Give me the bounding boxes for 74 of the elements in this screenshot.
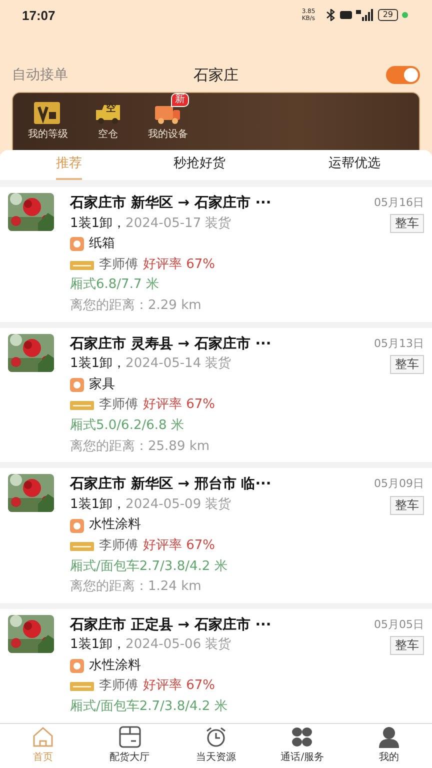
auto-accept-toggle[interactable]	[386, 66, 420, 84]
tab[interactable]: 秒抢好货	[122, 150, 277, 180]
nav-item[interactable]: 当天资源	[172, 724, 260, 766]
certified-badge-icon	[70, 260, 94, 270]
cargo-name: 家具	[89, 376, 115, 394]
certified-badge-icon	[70, 682, 94, 692]
vehicle-tag: 整车	[390, 496, 424, 515]
order-card[interactable]: 石家庄市 正定县 → 石家庄市 ··· 05月05日 1装1卸，2024-05-06 装货 整车 水性涂料 李师傅 好评率 67% 厢式/面包车2.7/3.8/4.2 米	[0, 608, 432, 723]
auto-accept-label: 自动接单	[12, 66, 68, 84]
order-card[interactable]: 石家庄市 新华区 → 邢台市 临··· 05月09日 1装1卸，2024-05-09 装货 整车 水性涂料 李师傅 好评率 67% 厢式/面包车2.7/3.8/4.2 米 离您的距离：1.24 km	[0, 468, 432, 603]
rating-text: 好评率 67%	[143, 536, 216, 555]
nav-item[interactable]: 配货大厅	[86, 724, 173, 766]
truck-spec: 厢式/面包车2.7/3.8/4.2 米	[70, 558, 228, 576]
hd-icon	[340, 11, 352, 19]
route-title: 石家庄市 正定县 → 石家庄市 ···	[70, 616, 272, 635]
cargo-icon	[70, 237, 84, 252]
shortcut-button[interactable]: 我的等级	[23, 93, 73, 141]
vip-icon	[34, 102, 62, 126]
cargo-name: 水性涂料	[89, 516, 141, 534]
rating-text: 好评率 67%	[143, 396, 216, 414]
nav-item[interactable]: 我的	[346, 724, 432, 766]
load-info: 1装1卸，2024-05-09 装货	[70, 496, 232, 514]
cargo-name: 水性涂料	[89, 656, 141, 675]
truck-icon	[94, 102, 122, 126]
order-date: 05月09日	[374, 476, 424, 492]
rating-text: 好评率 67%	[143, 677, 216, 696]
certified-badge-icon	[70, 542, 94, 551]
vehicle-tag: 整车	[390, 214, 424, 234]
person-icon	[378, 726, 400, 748]
order-date: 05月16日	[374, 195, 424, 211]
cargo-icon	[70, 659, 84, 674]
cabinet-icon	[118, 726, 141, 748]
home-icon	[32, 726, 54, 748]
distance-text: 离您的距离：25.89 km	[70, 438, 211, 456]
vehicle-tag: 整车	[390, 636, 424, 656]
driver-name: 李师傅	[99, 536, 138, 555]
distance-text: 离您的距离：2.29 km	[70, 296, 202, 315]
load-info: 1装1卸，2024-05-06 装货	[70, 636, 232, 654]
truck-spec: 厢式5.0/6.2/6.8 米	[70, 416, 185, 435]
status-time: 17:07	[22, 8, 56, 22]
status-dot	[402, 12, 408, 18]
route-title: 石家庄市 新华区 → 邢台市 临···	[70, 474, 272, 494]
route-title: 石家庄市 灵寿县 → 石家庄市 ···	[70, 334, 272, 354]
load-info: 1装1卸，2024-05-14 装货	[70, 355, 232, 374]
battery-indicator: 29	[378, 9, 398, 21]
new-badge: 新	[171, 93, 189, 107]
certified-badge-icon	[70, 401, 94, 410]
nav-item[interactable]: 通话/服务	[259, 724, 346, 766]
signal-icon	[356, 9, 374, 21]
route-title: 石家庄市 新华区 → 石家庄市 ···	[70, 194, 272, 213]
order-card[interactable]: 石家庄市 新华区 → 石家庄市 ··· 05月16日 1装1卸，2024-05-17 装货 整车 纸箱 李师傅 好评率 67% 厢式6.8/7.7 米 离您的距离：2.29 km	[0, 187, 432, 322]
grid-icon	[291, 726, 314, 748]
truck-spec: 厢式6.8/7.7 米	[70, 276, 160, 294]
city-title: 石家庄	[194, 66, 238, 84]
tab[interactable]: 运帮优选	[277, 150, 432, 180]
driver-name: 李师傅	[99, 677, 138, 696]
order-card[interactable]: 石家庄市 灵寿县 → 石家庄市 ··· 05月13日 1装1卸，2024-05-14 装货 整车 家具 李师傅 好评率 67% 厢式5.0/6.2/6.8 米 离您的距离：25.89 km	[0, 328, 432, 462]
shortcut-button[interactable]: 新 我的设备	[143, 93, 193, 141]
order-date: 05月13日	[374, 336, 424, 352]
driver-name: 李师傅	[99, 396, 138, 414]
icon-label: 空	[106, 104, 116, 114]
rating-text: 好评率 67%	[143, 256, 216, 274]
order-date: 05月05日	[374, 616, 424, 633]
vehicle-tag: 整车	[390, 354, 424, 374]
truck-spec: 厢式/面包车2.7/3.8/4.2 米	[70, 698, 228, 716]
cargo-name: 纸箱	[89, 235, 115, 254]
bluetooth-icon	[326, 9, 336, 21]
alarm-clock-icon	[205, 726, 228, 748]
distance-text: 离您的距离：1.24 km	[70, 578, 202, 596]
cargo-icon	[70, 378, 84, 392]
cargo-icon	[70, 518, 84, 533]
shortcut-button[interactable]: 空 空仓	[83, 93, 133, 141]
driver-name: 李师傅	[99, 256, 138, 274]
load-info: 1装1卸，2024-05-17 装货	[70, 214, 232, 233]
